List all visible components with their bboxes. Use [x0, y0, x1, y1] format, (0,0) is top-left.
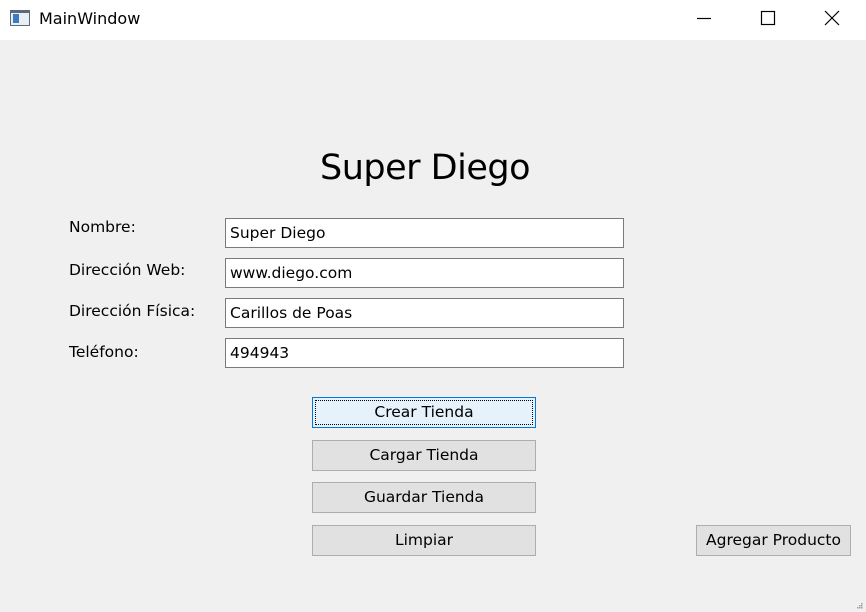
agregar-producto-button[interactable]: Agregar Producto — [696, 525, 851, 556]
cargar-tienda-button[interactable]: Cargar Tienda — [312, 440, 536, 471]
direccion-web-label: Dirección Web: — [69, 261, 186, 279]
close-icon — [824, 10, 840, 26]
resize-grip-icon[interactable] — [857, 603, 863, 609]
main-window: MainWindow Super Diego Nombre: Super Die… — [0, 0, 866, 612]
crear-tienda-button[interactable]: Crear Tienda — [312, 397, 536, 428]
telefono-field[interactable]: 494943 — [225, 338, 624, 368]
maximize-button[interactable] — [736, 0, 800, 36]
window-app-icon[interactable] — [10, 10, 30, 26]
limpiar-button[interactable]: Limpiar — [312, 525, 536, 556]
app-icon-bar — [11, 11, 29, 13]
minimize-icon — [697, 17, 711, 20]
guardar-tienda-button[interactable]: Guardar Tienda — [312, 482, 536, 513]
window-title: MainWindow — [39, 9, 141, 28]
direccion-fisica-field[interactable]: Carillos de Poas — [225, 298, 624, 328]
nombre-label: Nombre: — [69, 218, 136, 236]
close-button[interactable] — [800, 0, 864, 36]
title-bar[interactable]: MainWindow — [0, 0, 866, 40]
direccion-fisica-label: Dirección Física: — [69, 302, 196, 320]
maximize-icon — [760, 10, 776, 26]
direccion-web-field[interactable]: www.diego.com — [225, 258, 624, 288]
minimize-button[interactable] — [672, 0, 736, 36]
telefono-label: Teléfono: — [69, 343, 139, 361]
store-heading: Super Diego — [319, 148, 531, 188]
app-icon-pane — [13, 14, 19, 23]
nombre-field[interactable]: Super Diego — [225, 218, 624, 248]
